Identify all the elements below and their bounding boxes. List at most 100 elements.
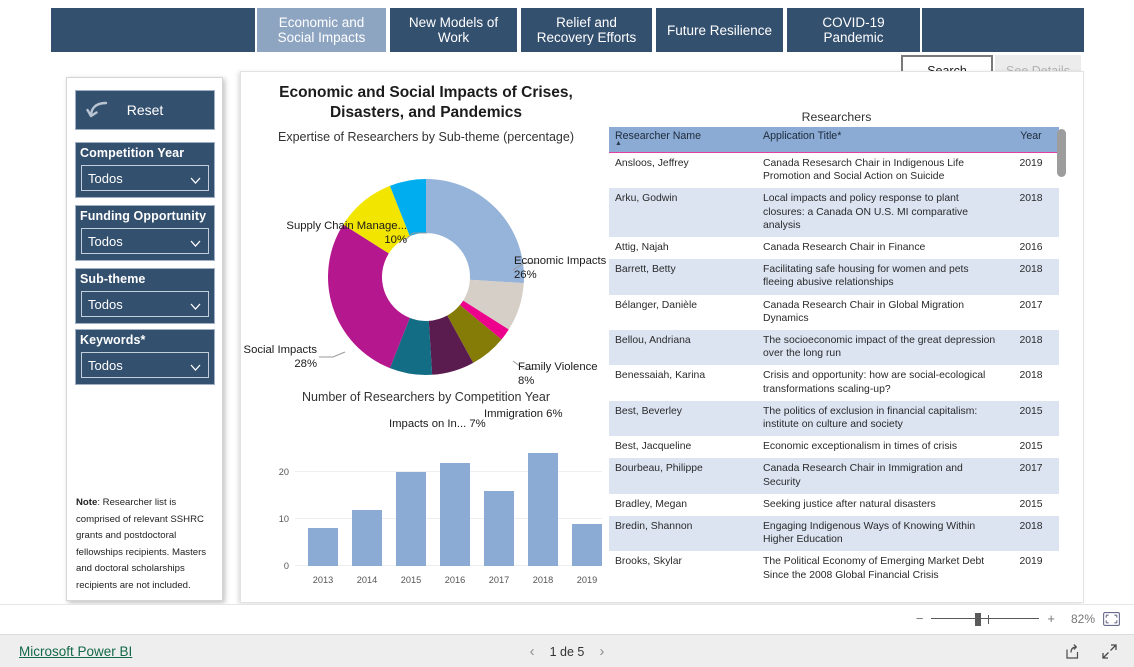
tab-future-resilience[interactable]: Future Resilience <box>654 8 785 52</box>
table-row[interactable]: Bredin, Shannon Engaging Indigenous Ways … <box>609 516 1059 552</box>
cell-application-title: Canada Research Chair in Global Migratio… <box>763 299 964 324</box>
donut-label-social-impacts: Social Impacts 28% <box>241 344 317 371</box>
bar[interactable] <box>440 462 470 566</box>
table-row[interactable]: Attig, Najah Canada Research Chair in Fin… <box>609 237 1059 259</box>
bar[interactable] <box>572 523 602 566</box>
bar[interactable] <box>528 453 558 566</box>
page-navigation: ‹ 1 de 5 › <box>0 635 1134 667</box>
zoom-in-button[interactable]: + <box>1047 611 1055 626</box>
x-axis-tick-label: 2019 <box>576 575 598 585</box>
next-page-button[interactable]: › <box>599 643 604 660</box>
table-row[interactable]: Best, Jacqueline Economic exceptionalism … <box>609 436 1059 458</box>
tab-new-models-of-work[interactable]: New Models of Work <box>388 8 519 52</box>
cell-year: 2018 <box>1019 335 1043 347</box>
cell-year: 2018 <box>1019 370 1043 382</box>
cell-researcher-name: Benessaiah, Karina <box>615 370 706 382</box>
bar[interactable] <box>484 490 514 566</box>
bar[interactable] <box>396 472 426 566</box>
report-canvas: Economic and Social Impacts of Crises, D… <box>240 71 1084 603</box>
table-header-year[interactable]: Year <box>1003 127 1059 152</box>
table-row[interactable]: Arku, Godwin Local impacts and policy res… <box>609 188 1059 238</box>
cell-researcher-name: Bellou, Andriana <box>615 335 691 347</box>
tab-label: Economic and Social Impacts <box>277 15 366 45</box>
cell-year: 2015 <box>1019 405 1043 417</box>
slicer-value: Todos <box>88 233 123 249</box>
cell-application-title: Facilitating safe housing for women and … <box>763 264 969 289</box>
donut-label-text: Family Violence <box>518 361 598 373</box>
donut-label-economic-impacts: Economic Impacts 26% <box>514 255 606 282</box>
table-row[interactable]: Benessaiah, Karina Crisis and opportunity… <box>609 365 1059 400</box>
tab-label: Relief and Recovery Efforts <box>536 15 637 45</box>
cell-year: 2017 <box>1019 463 1043 475</box>
status-bar: − + 82% <box>0 604 1134 634</box>
table-row[interactable]: Best, Beverley The politics of exclusion … <box>609 400 1059 437</box>
donut-label-value: 8% <box>518 374 535 387</box>
reset-button[interactable]: Reset <box>75 90 215 130</box>
zoom-control: − + 82% <box>916 611 1120 626</box>
table-row[interactable]: Bourbeau, Philippe Canada Research Chair … <box>609 458 1059 494</box>
chevron-down-icon <box>190 173 201 184</box>
tab-label: Future Resilience <box>666 22 773 38</box>
slicer-title: Funding Opportunity <box>80 209 207 223</box>
filter-panel: Reset Competition Year Todos Funding Opp… <box>66 77 223 601</box>
table-row[interactable]: Barrett, Betty Facilitating safe housing … <box>609 259 1059 295</box>
share-icon[interactable] <box>1064 643 1081 660</box>
table-scrollbar[interactable] <box>1057 127 1066 582</box>
table-row[interactable]: Ansloos, Jeffrey Canada Resesarch Chair i… <box>609 153 1059 188</box>
table-row[interactable]: Bellou, Andriana The socioeconomic impact… <box>609 330 1059 366</box>
cell-researcher-name: Ansloos, Jeffrey <box>615 158 689 169</box>
tab-covid-19-pandemic[interactable]: COVID-19 Pandemic <box>785 8 922 52</box>
bar-chart-title: Number of Researchers by Competition Yea… <box>301 390 551 404</box>
slicer-dropdown[interactable]: Todos <box>81 291 209 317</box>
slicer-title: Competition Year <box>80 146 185 160</box>
cell-application-title: Crisis and opportunity: how are social-e… <box>763 370 986 395</box>
donut-label-text: Social Impacts <box>243 344 317 356</box>
table-row[interactable]: Brooks, Skylar The Political Economy of E… <box>609 551 1059 582</box>
donut-label-supply-chain-management: Supply Chain Manage... 10% <box>249 220 407 247</box>
reset-button-label: Reset <box>126 102 164 118</box>
table-scrollbar-thumb[interactable] <box>1057 129 1066 177</box>
tab-relief-and-recovery-efforts[interactable]: Relief and Recovery Efforts <box>519 8 654 52</box>
microsoft-power-bi-link[interactable]: Microsoft Power BI <box>19 644 132 659</box>
donut-label-text: Economic Impacts <box>514 255 607 267</box>
zoom-slider-thumb[interactable] <box>975 612 982 626</box>
table-title: Researchers <box>801 110 872 124</box>
table-header-label: Year <box>1020 130 1042 142</box>
y-axis-tick-label: 10 <box>278 514 289 525</box>
zoom-slider[interactable] <box>931 612 1040 626</box>
note-label: Note <box>76 497 98 508</box>
chevron-down-icon <box>190 299 201 310</box>
cell-researcher-name: Bourbeau, Philippe <box>615 463 703 475</box>
donut-label-value: 26% <box>514 268 537 281</box>
fit-to-screen-icon[interactable] <box>1103 611 1120 626</box>
bar-chart[interactable]: 0 10 20 2013 2014 2015 2016 2017 2018 2019 <box>257 415 602 593</box>
slicer-dropdown[interactable]: Todos <box>81 165 209 191</box>
donut-label-text: Supply Chain Manage... <box>286 220 407 232</box>
report-footer: Microsoft Power BI ‹ 1 de 5 › <box>0 634 1134 667</box>
cell-year: 2015 <box>1019 441 1043 453</box>
cell-application-title: The Political Economy of Emerging Market… <box>763 556 985 581</box>
y-axis-tick-label: 20 <box>278 467 289 478</box>
table-header-application-title[interactable]: Application Title* <box>757 127 1003 152</box>
slicer-dropdown[interactable]: Todos <box>81 352 209 378</box>
cell-researcher-name: Brooks, Skylar <box>615 556 682 568</box>
cell-application-title: Seeking justice after natural disasters <box>763 498 936 510</box>
cell-year: 2018 <box>1019 264 1043 276</box>
bar[interactable] <box>308 528 338 566</box>
table-row[interactable]: Bélanger, Danièle Canada Research Chair i… <box>609 295 1059 330</box>
cell-application-title: Canada Resesarch Chair in Indigenous Lif… <box>763 158 965 183</box>
table-header-researcher-name[interactable]: Researcher Name ▲ <box>609 127 757 152</box>
fullscreen-icon[interactable] <box>1101 643 1118 660</box>
bar[interactable] <box>352 509 382 566</box>
tab-economic-and-social-impacts[interactable]: Economic and Social Impacts <box>255 8 388 52</box>
sidebar-note: Note: Researcher list is comprised of re… <box>76 495 216 594</box>
previous-page-button[interactable]: ‹ <box>530 643 535 660</box>
cell-year: 2019 <box>1019 556 1043 568</box>
cell-year: 2017 <box>1019 299 1043 311</box>
slicer-dropdown[interactable]: Todos <box>81 228 209 254</box>
slicer-value: Todos <box>88 170 123 186</box>
zoom-out-button[interactable]: − <box>916 611 924 626</box>
reset-arrow-icon <box>86 97 116 128</box>
table-row[interactable]: Bradley, Megan Seeking justice after natu… <box>609 494 1059 516</box>
x-axis-tick-label: 2014 <box>356 575 378 585</box>
